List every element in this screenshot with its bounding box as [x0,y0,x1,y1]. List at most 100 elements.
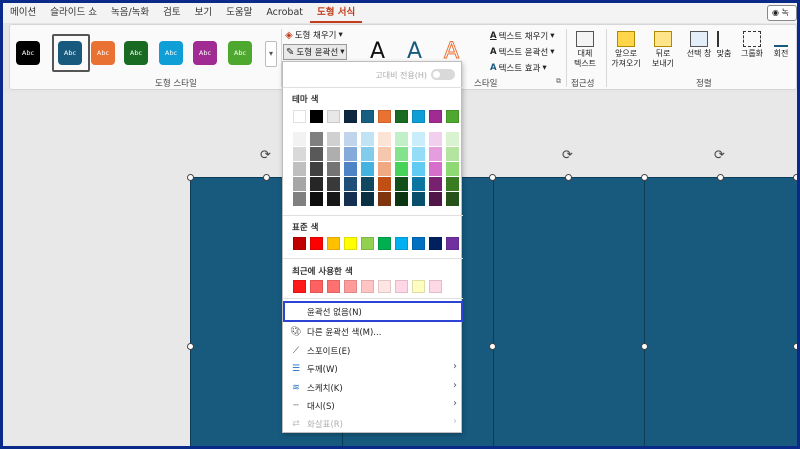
color-swatch[interactable] [412,110,425,123]
rotate-handle-icon[interactable]: ⟳ [260,148,271,163]
color-swatch[interactable] [310,147,323,161]
color-swatch[interactable] [361,147,374,161]
color-swatch[interactable] [412,162,425,176]
color-swatch[interactable] [361,132,374,146]
color-swatch[interactable] [310,110,323,123]
color-swatch[interactable] [395,110,408,123]
color-swatch[interactable] [395,237,408,250]
send-backward-button[interactable]: 뒤로 보내기 [646,31,680,69]
text-fill-button[interactable]: A 텍스트 채우기 ▾ [490,30,555,42]
color-swatch[interactable] [429,132,442,146]
shape-style-preset[interactable]: Abc [91,41,115,65]
color-swatch[interactable] [395,177,408,191]
resize-handle[interactable] [717,174,724,181]
color-swatch[interactable] [327,110,340,123]
color-swatch[interactable] [344,237,357,250]
color-swatch[interactable] [293,110,306,123]
color-swatch[interactable] [310,162,323,176]
color-swatch[interactable] [412,192,425,206]
color-swatch[interactable] [429,177,442,191]
tab-review[interactable]: 검토 [156,3,187,23]
color-swatch[interactable] [344,162,357,176]
color-swatch[interactable] [361,177,374,191]
resize-handle[interactable] [187,174,194,181]
rotate-handle-icon[interactable]: ⟳ [562,148,573,163]
color-swatch[interactable] [327,280,340,293]
color-swatch[interactable] [293,177,306,191]
rotate-handle-icon[interactable]: ⟳ [714,148,725,163]
color-swatch[interactable] [293,132,306,146]
weight-item[interactable]: ☰ 두께(W) › [285,359,461,378]
tab-view[interactable]: 보기 [188,3,219,23]
color-swatch[interactable] [327,177,340,191]
text-outline-button[interactable]: A 텍스트 윤곽선 ▾ [490,46,555,58]
color-swatch[interactable] [446,147,459,161]
tab-acrobat[interactable]: Acrobat [259,3,310,23]
color-swatch[interactable] [361,162,374,176]
resize-handle[interactable] [489,343,496,350]
dash-item[interactable]: ┄ 대시(S) › [285,396,461,415]
color-swatch[interactable] [395,192,408,206]
color-swatch[interactable] [344,280,357,293]
color-swatch[interactable] [395,162,408,176]
color-swatch[interactable] [361,280,374,293]
color-swatch[interactable] [378,177,391,191]
color-swatch[interactable] [378,192,391,206]
color-swatch[interactable] [327,162,340,176]
color-swatch[interactable] [293,162,306,176]
color-swatch[interactable] [446,177,459,191]
group-button[interactable]: 그룹화 [737,31,767,59]
sketch-item[interactable]: ≋ 스케치(K) › [285,378,461,397]
resize-handle[interactable] [187,343,194,350]
color-swatch[interactable] [412,147,425,161]
color-swatch[interactable] [378,110,391,123]
color-swatch[interactable] [412,177,425,191]
color-swatch[interactable] [361,110,374,123]
color-swatch[interactable] [310,192,323,206]
color-swatch[interactable] [293,280,306,293]
gallery-more-button[interactable]: ▾ [265,41,277,67]
color-swatch[interactable] [361,237,374,250]
color-swatch[interactable] [429,237,442,250]
color-swatch[interactable] [378,147,391,161]
more-outline-colors-item[interactable]: 🎨︎ 다른 윤곽선 색(M)... [285,322,461,341]
resize-handle[interactable] [489,174,496,181]
color-swatch[interactable] [293,237,306,250]
no-outline-item[interactable]: 윤곽선 없음(N) [283,301,463,322]
color-swatch[interactable] [429,162,442,176]
record-button[interactable]: ◉ 녹 [767,5,797,21]
text-effects-button[interactable]: A 텍스트 효과 ▾ [490,62,547,74]
color-swatch[interactable] [344,132,357,146]
color-swatch[interactable] [378,162,391,176]
color-swatch[interactable] [429,147,442,161]
shape-style-preset[interactable]: Abc [159,41,183,65]
color-swatch[interactable] [446,132,459,146]
shape-style-preset[interactable]: Abc [16,41,40,65]
color-swatch[interactable] [344,192,357,206]
eyedropper-item[interactable]: ⟋ 스포이트(E) [285,341,461,360]
color-swatch[interactable] [446,162,459,176]
color-swatch[interactable] [378,280,391,293]
color-swatch[interactable] [395,280,408,293]
color-swatch[interactable] [310,177,323,191]
color-swatch[interactable] [412,237,425,250]
alt-text-button[interactable]: 대체 텍스트 [568,31,602,69]
tab-record[interactable]: 녹음/녹화 [104,3,156,23]
resize-handle[interactable] [793,174,797,181]
color-swatch[interactable] [446,237,459,250]
resize-handle[interactable] [793,343,797,350]
tab-slide-show[interactable]: 슬라이드 쇼 [43,3,104,23]
resize-handle[interactable] [263,174,270,181]
color-swatch[interactable] [412,280,425,293]
resize-handle[interactable] [641,174,648,181]
color-swatch[interactable] [378,132,391,146]
shape-style-preset[interactable]: Abc [193,41,217,65]
color-swatch[interactable] [395,132,408,146]
tab-help[interactable]: 도움말 [219,3,259,23]
color-swatch[interactable] [327,237,340,250]
shape-style-preset[interactable]: Abc [124,41,148,65]
color-swatch[interactable] [344,110,357,123]
resize-handle[interactable] [565,174,572,181]
tab-animation[interactable]: 메이션 [3,3,43,23]
align-button[interactable]: 맞춤 [711,31,737,59]
